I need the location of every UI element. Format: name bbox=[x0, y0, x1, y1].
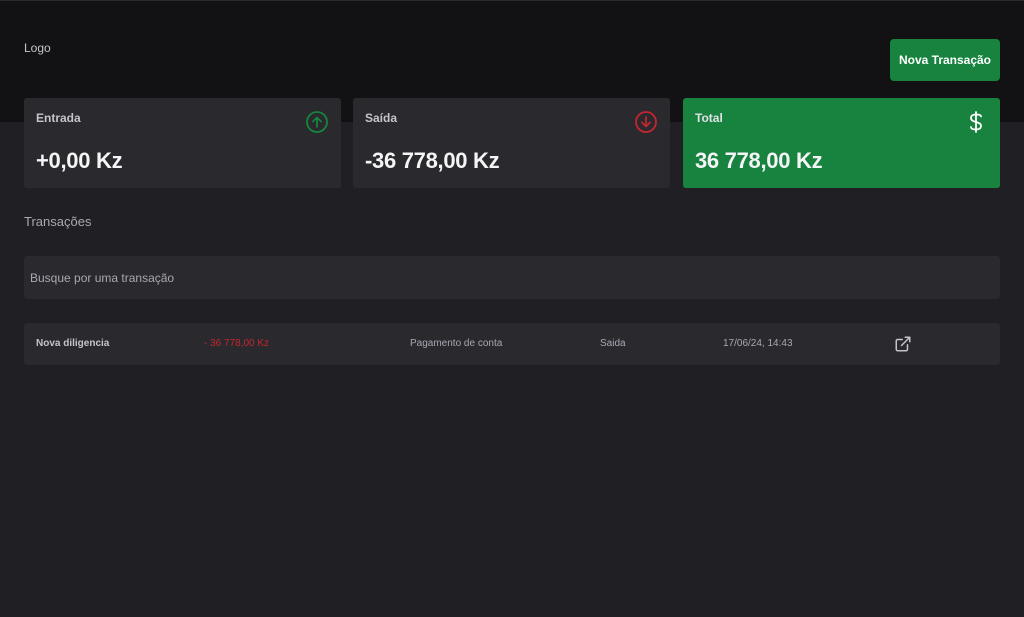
arrow-circle-up-icon bbox=[306, 111, 328, 133]
outcome-card: Saída -36 778,00 Kz bbox=[353, 98, 670, 188]
transaction-date: 17/06/24, 14:43 bbox=[723, 338, 793, 349]
table-row[interactable]: Nova diligencia - 36 778,00 Kz Pagamento… bbox=[24, 323, 1000, 365]
search-input[interactable] bbox=[24, 256, 1000, 299]
total-card: Total 36 778,00 Kz bbox=[683, 98, 1000, 188]
transaction-amount: - 36 778,00 Kz bbox=[204, 338, 270, 349]
transaction-category: Pagamento de conta bbox=[410, 338, 503, 349]
total-label: Total bbox=[695, 111, 723, 125]
total-value: 36 778,00 Kz bbox=[695, 148, 823, 173]
arrow-circle-down-icon bbox=[635, 111, 657, 133]
transaction-type: Saida bbox=[600, 338, 626, 349]
transactions-title: Transações bbox=[24, 214, 92, 229]
dollar-icon bbox=[970, 111, 982, 133]
outcome-label: Saída bbox=[365, 111, 398, 125]
logo[interactable]: Logo bbox=[24, 41, 51, 55]
transaction-description: Nova diligencia bbox=[36, 338, 110, 349]
income-label: Entrada bbox=[36, 111, 81, 125]
income-card: Entrada +0,00 Kz bbox=[24, 98, 341, 188]
external-link-icon[interactable] bbox=[894, 335, 912, 353]
new-transaction-button[interactable]: Nova Transação bbox=[890, 39, 1000, 81]
outcome-value: -36 778,00 Kz bbox=[365, 148, 500, 173]
income-value: +0,00 Kz bbox=[36, 148, 123, 173]
